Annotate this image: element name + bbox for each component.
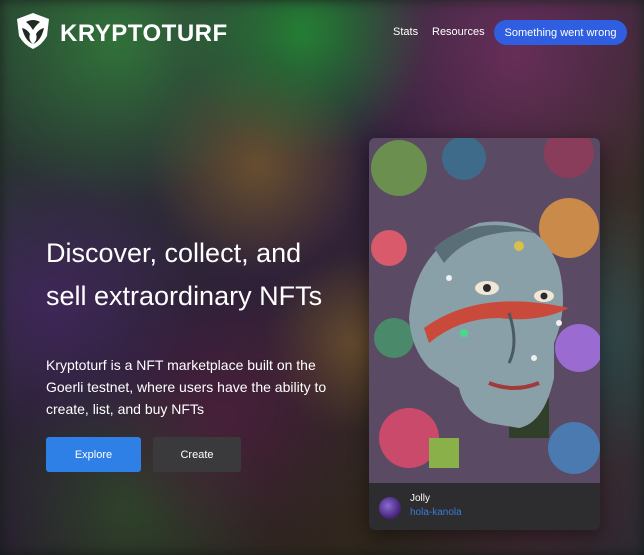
hero-title: Discover, collect, and sell extraordinar… <box>46 232 366 318</box>
brand-logo[interactable]: KRYPTOTURF <box>12 10 228 57</box>
shield-logo-icon <box>12 10 54 57</box>
nav-resources-link[interactable]: Resources <box>432 26 485 38</box>
nft-owner-link[interactable]: hola-kanola <box>410 507 462 518</box>
owner-avatar <box>379 497 401 519</box>
nft-artwork-image <box>369 138 600 483</box>
nft-name: Jolly <box>410 493 431 504</box>
nft-card-footer: Jolly hola-kanola <box>369 483 600 530</box>
featured-nft-card[interactable]: Jolly hola-kanola <box>369 138 600 530</box>
hero-description: Kryptoturf is a NFT marketplace built on… <box>46 357 327 417</box>
top-header: KRYPTOTURF Stats Resources Something wen… <box>0 0 644 64</box>
explore-button[interactable]: Explore <box>46 437 141 472</box>
hero-title-line-2: sell extraordinary NFTs <box>46 281 323 311</box>
hero-title-line-1: Discover, collect, and <box>46 238 302 268</box>
create-button[interactable]: Create <box>153 437 241 472</box>
brand-name: KRYPTOTURF <box>60 19 228 47</box>
nav-stats-link[interactable]: Stats <box>393 26 418 38</box>
connect-wallet-button[interactable]: Something went wrong <box>494 20 627 45</box>
